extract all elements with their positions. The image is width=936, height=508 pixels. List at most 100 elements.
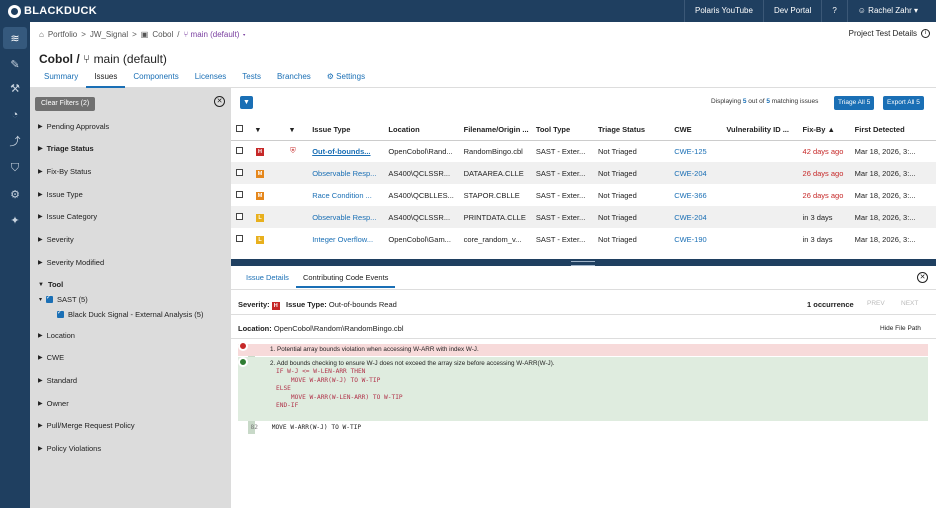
- issue-type-link[interactable]: Observable Resp...: [307, 206, 384, 228]
- breadcrumb-branch-label: main (default): [190, 30, 240, 39]
- filter-owner[interactable]: ▶ Owner: [38, 399, 69, 408]
- filter-policy-violations[interactable]: ▶ Policy Violations: [38, 444, 101, 453]
- prev-button[interactable]: PREV: [867, 300, 885, 307]
- cwe-link[interactable]: CWE-204: [669, 162, 722, 184]
- col-first-detected[interactable]: First Detected: [849, 120, 936, 141]
- dev-portal-link[interactable]: Dev Portal: [762, 0, 821, 22]
- breadcrumb-app[interactable]: Cobol: [152, 30, 173, 39]
- project-details-link[interactable]: Project Test Details i: [849, 29, 930, 38]
- col-fix-by-label: Fix-By: [802, 125, 826, 135]
- filter-severity-modified[interactable]: ▶ Severity Modified: [38, 258, 104, 267]
- pencil-icon[interactable]: ✎: [7, 56, 23, 72]
- code-viewer: 1. Potential array bounds violation when…: [238, 341, 928, 434]
- pie-chart-icon[interactable]: ◔: [7, 107, 23, 123]
- filter-standard[interactable]: ▶ Standard: [38, 376, 77, 385]
- filter-pending-approvals[interactable]: ▶ Pending Approvals: [38, 122, 109, 131]
- tab-summary[interactable]: Summary: [36, 70, 86, 88]
- resize-handle[interactable]: [231, 259, 936, 266]
- cwe-link[interactable]: CWE-366: [669, 184, 721, 206]
- tab-components[interactable]: Components: [125, 70, 186, 88]
- row-checkbox[interactable]: [236, 212, 243, 220]
- clear-filters-button[interactable]: Clear Filters (2): [35, 97, 96, 111]
- filter-tool[interactable]: ▼ Tool: [38, 280, 63, 289]
- severity-column-menu[interactable]: ▾: [251, 120, 286, 141]
- col-tool-type[interactable]: Tool Type: [530, 120, 593, 141]
- cwe-link[interactable]: CWE-190: [669, 228, 721, 250]
- col-fix-by[interactable]: Fix-By ▲: [797, 120, 850, 141]
- filename-cell: core_random_v...: [463, 234, 522, 244]
- checkbox-checked[interactable]: [57, 309, 64, 318]
- filter-pull-merge-policy[interactable]: ▶ Pull/Merge Request Policy: [38, 421, 135, 430]
- hide-file-path-link[interactable]: Hide File Path: [880, 325, 921, 332]
- breadcrumb-project[interactable]: JW_Signal: [90, 30, 128, 39]
- issue-type-link[interactable]: Out-of-bounds...: [312, 147, 370, 156]
- icon-column-menu[interactable]: ▾: [285, 120, 308, 141]
- tab-issue-details[interactable]: Issue Details: [239, 268, 296, 288]
- table-row[interactable]: L Observable Resp... AS400\QCLSSR... PRI…: [231, 206, 936, 228]
- table-row[interactable]: L Integer Overflow... OpenCobol\Gam... c…: [231, 228, 936, 250]
- row-checkbox[interactable]: [236, 168, 243, 176]
- filter-issue-type[interactable]: ▶ Issue Type: [38, 190, 83, 199]
- chevron-right-icon: ▶: [38, 124, 43, 130]
- layers-icon[interactable]: ≋: [3, 27, 27, 49]
- col-triage-status[interactable]: Triage Status: [592, 120, 670, 141]
- page-header: ⌂ Portfolio > JW_Signal > ▣ Cobol / ⑂ main …: [30, 22, 936, 88]
- filter-icon[interactable]: ▼: [240, 96, 253, 109]
- divider: [231, 289, 936, 290]
- tab-tests[interactable]: Tests: [234, 70, 269, 88]
- filter-fix-by-status[interactable]: ▶ Fix-By Status: [38, 167, 91, 176]
- trend-chart-icon[interactable]: ⤴: [7, 133, 23, 149]
- location-cell: AS400\QCLSSR...: [383, 162, 459, 184]
- filter-severity[interactable]: ▶ Severity: [38, 235, 74, 244]
- export-all-button[interactable]: Export All 5: [883, 96, 924, 110]
- tab-settings[interactable]: ⚙ Settings: [319, 70, 373, 88]
- issue-type-link[interactable]: Integer Overflow...: [307, 228, 383, 250]
- cwe-link[interactable]: CWE-204: [669, 206, 722, 228]
- severity-badge: L: [256, 236, 265, 244]
- table-row[interactable]: M Race Condition ... AS400\QCBLLES... ST…: [231, 184, 936, 206]
- polaris-youtube-link[interactable]: Polaris YouTube: [683, 0, 763, 22]
- tool-type-cell: SAST - Exter...: [530, 206, 593, 228]
- checkbox-checked[interactable]: [46, 294, 54, 303]
- table-row[interactable]: M Observable Resp... AS400\QCLSSR... DAT…: [231, 162, 936, 184]
- tab-contributing-code-events[interactable]: Contributing Code Events: [295, 268, 396, 288]
- filter-issue-category[interactable]: ▶ Issue Category: [38, 212, 97, 221]
- row-checkbox[interactable]: [236, 234, 243, 242]
- user-menu[interactable]: ☺ Rachel Zahr ▾: [846, 0, 928, 22]
- close-icon[interactable]: ✕: [214, 96, 225, 107]
- row-checkbox[interactable]: [236, 190, 243, 198]
- tab-licenses[interactable]: Licenses: [187, 70, 235, 88]
- brand-logo[interactable]: BLACKDUCK: [8, 4, 97, 18]
- help-icon[interactable]: ?: [821, 0, 846, 22]
- table-row[interactable]: H ⛨ Out-of-bounds... OpenCobol\Rand... R…: [231, 140, 936, 162]
- cwe-link[interactable]: CWE-125: [669, 140, 721, 162]
- close-icon[interactable]: ✕: [917, 272, 928, 283]
- filter-tool-sast[interactable]: ▾ SAST (5): [39, 294, 88, 304]
- filter-location[interactable]: ▶ Location: [38, 331, 75, 340]
- tab-issues[interactable]: Issues: [86, 70, 126, 88]
- next-button[interactable]: NEXT: [901, 300, 918, 307]
- issue-type-link[interactable]: Race Condition ...: [307, 184, 383, 206]
- filter-label: Severity Modified: [46, 258, 105, 267]
- filter-triage-status[interactable]: ▶ Triage Status: [38, 144, 94, 153]
- filter-tool-signal[interactable]: Black Duck Signal - External Analysis (5…: [57, 309, 203, 319]
- row-checkbox[interactable]: [236, 146, 243, 154]
- gear-icon[interactable]: ⚙: [7, 186, 23, 202]
- issue-type-link[interactable]: Observable Resp...: [307, 162, 384, 184]
- shield-check-icon[interactable]: ⛉: [7, 160, 23, 176]
- sparkle-icon[interactable]: ✦: [7, 212, 23, 228]
- hammer-icon[interactable]: ⚒: [7, 80, 23, 96]
- tab-branches[interactable]: Branches: [269, 70, 319, 88]
- col-cwe[interactable]: CWE: [669, 120, 722, 141]
- chevron-right-icon: ▶: [38, 446, 43, 452]
- select-all-checkbox[interactable]: [231, 120, 252, 141]
- triage-all-button[interactable]: Triage All 5: [834, 96, 875, 110]
- filter-cwe[interactable]: ▶ CWE: [38, 353, 64, 362]
- breadcrumb-branch[interactable]: ⑂ main (default) ▾: [184, 30, 247, 39]
- col-filename[interactable]: Filename/Origin ...: [458, 120, 531, 141]
- col-location[interactable]: Location: [383, 120, 459, 141]
- col-vulnerability-id[interactable]: Vulnerability ID ...: [721, 120, 798, 141]
- severity-label: Severity:: [238, 300, 270, 309]
- breadcrumb-portfolio[interactable]: Portfolio: [48, 30, 77, 39]
- col-issue-type[interactable]: Issue Type: [307, 120, 384, 141]
